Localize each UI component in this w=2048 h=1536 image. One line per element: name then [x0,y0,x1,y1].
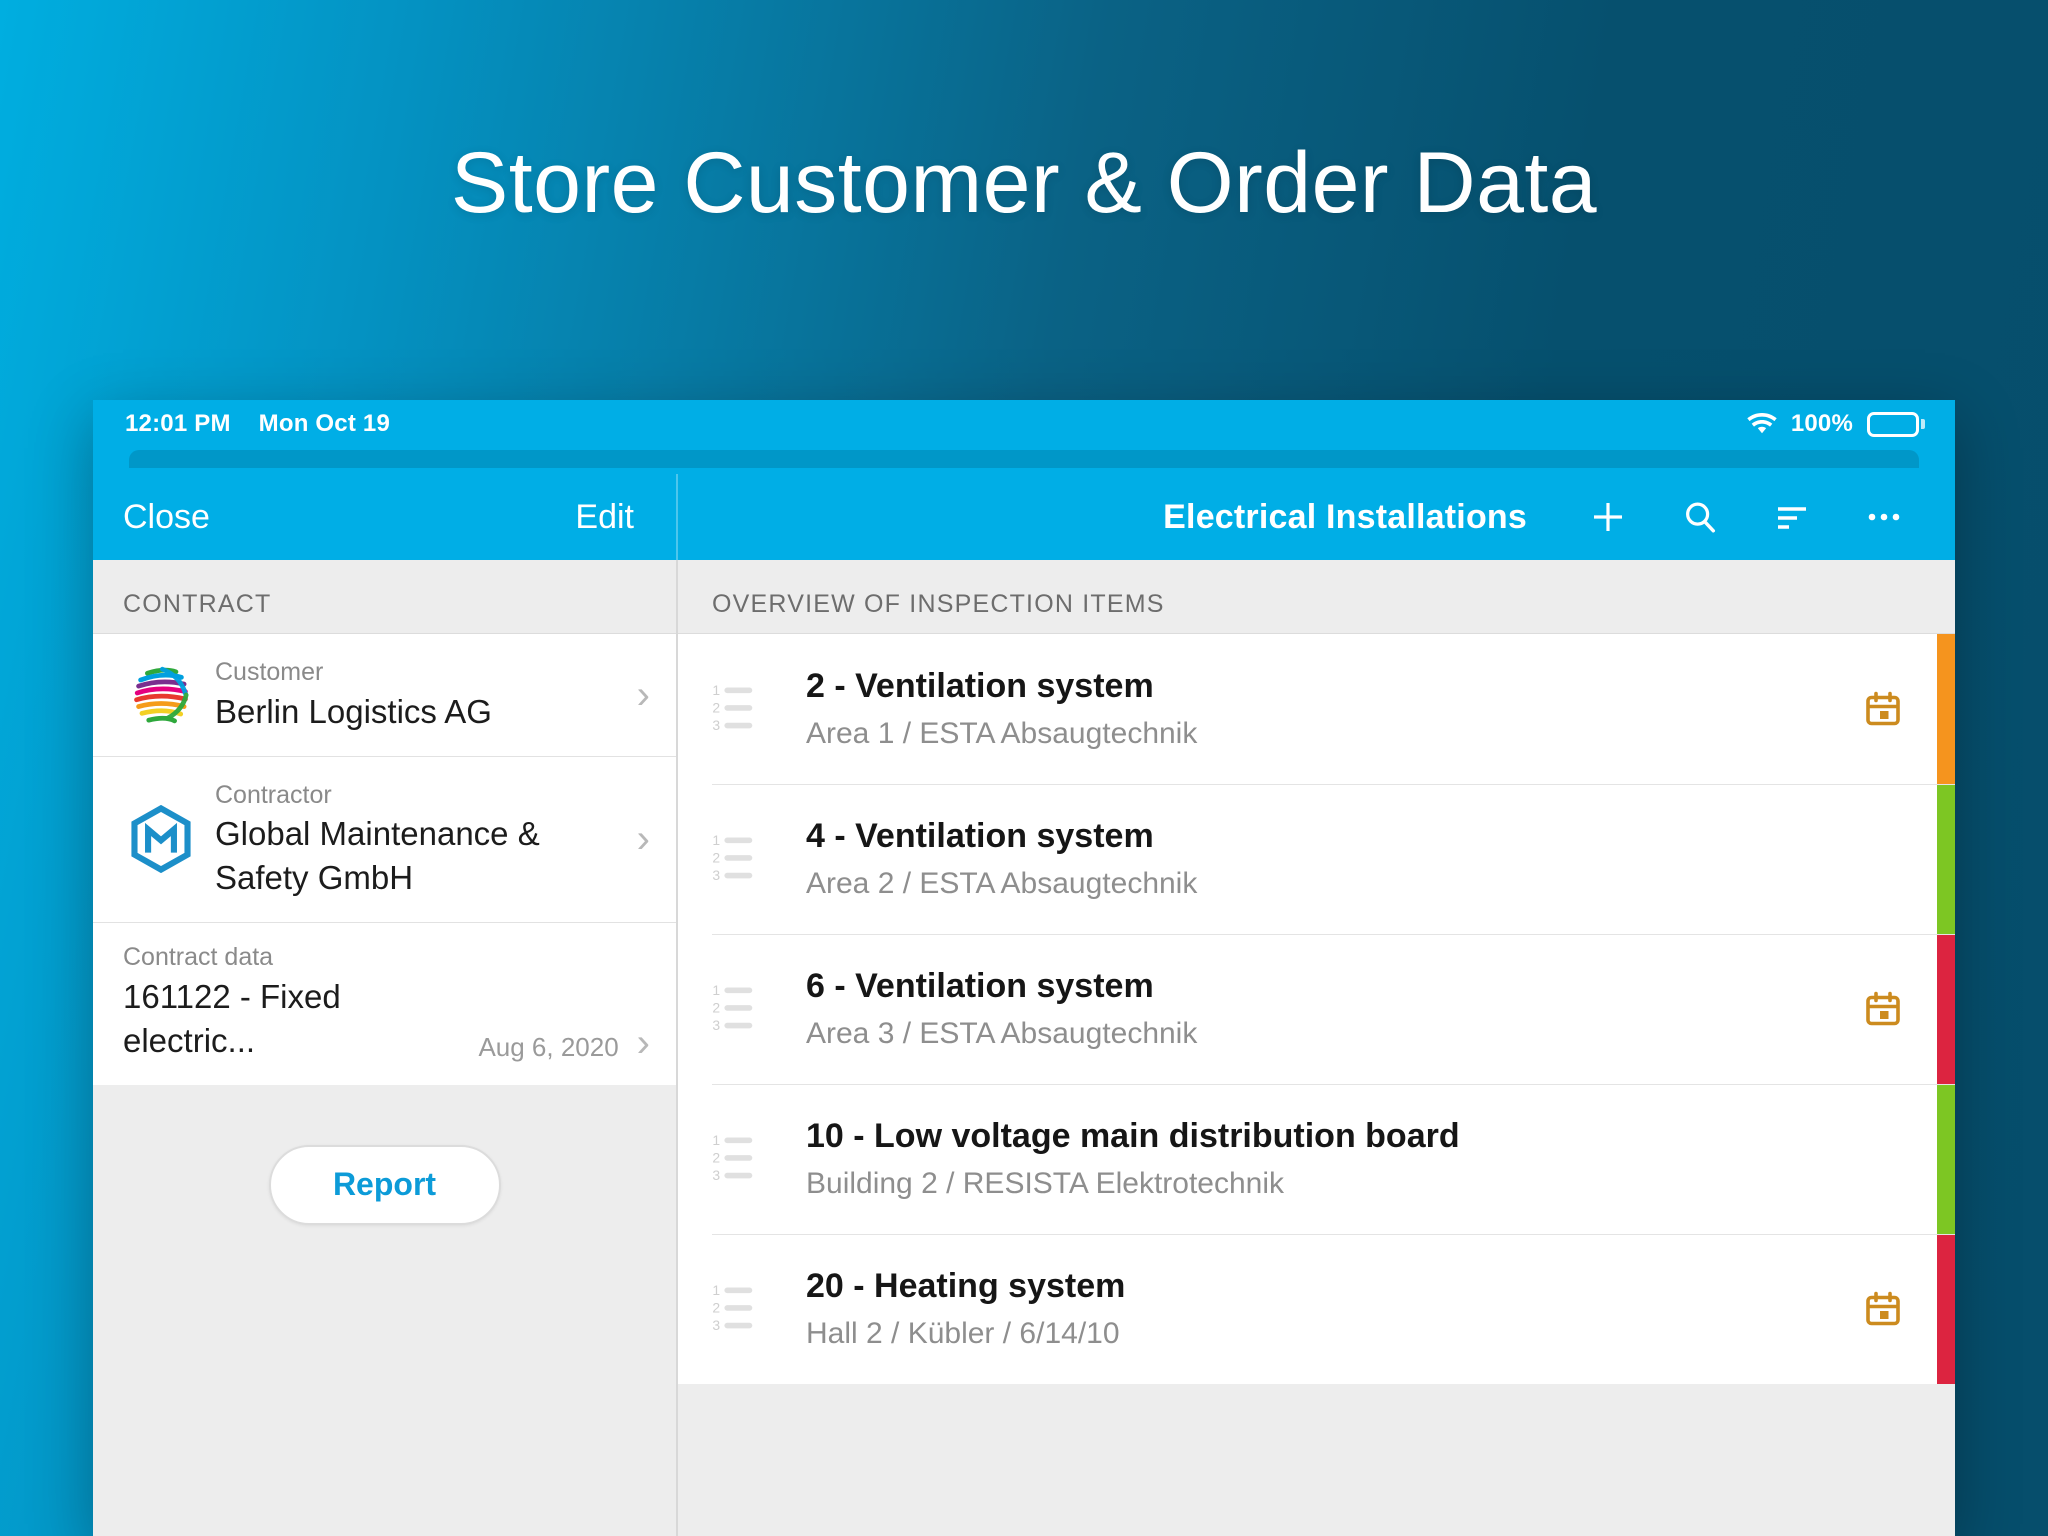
nav-right-pane: Electrical Installations [678,474,1955,560]
contract-sidebar: CONTRACT Customer Berlin Logistics AG › … [93,560,678,1536]
inspection-item-title: 10 - Low voltage main distribution board [806,1116,1460,1155]
sort-icon[interactable] [1771,496,1813,538]
svg-text:2: 2 [712,1149,720,1165]
window-drag-strip[interactable] [93,448,1955,474]
close-button[interactable]: Close [123,498,210,537]
contract-data-value: 161122 - Fixed electric... [123,977,341,1059]
contract-row-customer[interactable]: Customer Berlin Logistics AG › [93,634,676,756]
nav-actions [1587,496,1905,538]
status-color-bar [1937,784,1955,934]
inspection-item-subtitle: Area 1 / ESTA Absaugtechnik [806,716,1198,750]
calendar-icon[interactable] [1865,991,1901,1027]
numbered-list-icon: 1 2 3 [712,1131,778,1188]
rainbow-globe-logo [123,661,199,729]
status-bar-time: 12:01 PM [125,410,231,437]
customer-label: Customer [215,658,324,686]
svg-text:3: 3 [712,717,720,733]
inspection-item-text: 4 - Ventilation system Area 2 / ESTA Absa… [778,814,1865,905]
edit-button[interactable]: Edit [575,498,634,537]
inspection-items-pane: OVERVIEW OF INSPECTION ITEMS 1 2 3 2 - V… [678,560,1955,1536]
inspection-item-text: 6 - Ventilation system Area 3 / ESTA Absa… [778,964,1865,1055]
calendar-icon[interactable] [1865,1291,1901,1327]
more-options-icon[interactable] [1863,496,1905,538]
inspection-item-row[interactable]: 1 2 3 10 - Low voltage main distribution… [678,1084,1955,1234]
svg-text:3: 3 [712,1167,720,1183]
svg-text:2: 2 [712,1299,720,1315]
battery-percent-label: 100% [1790,410,1853,437]
svg-text:3: 3 [712,1017,720,1033]
numbered-list-icon: 1 2 3 [712,681,778,738]
inspection-item-text: 20 - Heating system Hall 2 / Kübler / 6/1… [778,1264,1865,1355]
contractor-value: Global Maintenance & Safety GmbH [215,815,540,897]
drag-handle[interactable] [129,450,1919,468]
report-button-area: Report [93,1084,676,1536]
contract-data-label: Contract data [123,943,274,972]
inspection-item-title: 4 - Ventilation system [806,816,1154,855]
chevron-right-icon[interactable]: › [637,675,650,715]
svg-text:1: 1 [712,1131,720,1147]
inspection-item-subtitle: Building 2 / RESISTA Elektrotechnik [806,1166,1285,1200]
status-color-bar [1937,634,1955,784]
svg-text:2: 2 [712,699,720,715]
contract-data-date: Aug 6, 2020 [478,1031,619,1062]
tablet-device-frame: 12:01 PM Mon Oct 19 100% Close Edit Elec… [93,400,1955,1536]
chevron-right-icon[interactable]: › [637,1023,650,1063]
svg-text:1: 1 [712,1281,720,1297]
inspection-item-row[interactable]: 1 2 3 4 - Ventilation system Area 2 / EST… [678,784,1955,934]
calendar-icon-placeholder [1865,841,1901,877]
inspection-section-header: OVERVIEW OF INSPECTION ITEMS [678,560,1955,633]
inspection-item-title: 6 - Ventilation system [806,966,1154,1005]
contractor-label: Contractor [215,780,332,809]
nav-title: Electrical Installations [1163,497,1527,536]
svg-text:1: 1 [712,981,720,997]
numbered-list-icon: 1 2 3 [712,1281,778,1338]
svg-text:2: 2 [712,849,720,865]
hexagon-m-logo [123,805,199,874]
inspection-item-subtitle: Area 2 / ESTA Absaugtechnik [806,866,1198,900]
status-color-bar [1937,1084,1955,1234]
svg-text:1: 1 [712,831,720,847]
customer-value: Berlin Logistics AG [215,692,492,730]
contract-row-contract-data[interactable]: Contract data 161122 - Fixed electric...… [93,922,676,1085]
status-bar-date: Mon Oct 19 [258,410,391,437]
inspection-item-text: 10 - Low voltage main distribution board… [778,1114,1865,1205]
svg-text:2: 2 [712,999,720,1015]
contract-card: Customer Berlin Logistics AG › Contracto… [93,633,676,1085]
nav-left-pane: Close Edit [93,474,678,560]
contract-section-header: CONTRACT [93,560,676,633]
numbered-list-icon: 1 2 3 [712,981,778,1038]
status-color-bar [1937,1234,1955,1384]
inspection-item-subtitle: Hall 2 / Kübler / 6/14/10 [806,1316,1120,1350]
calendar-icon-placeholder [1865,1141,1901,1177]
svg-text:3: 3 [712,1317,720,1333]
contract-row-contractor[interactable]: Contractor Global Maintenance & Safety G… [93,755,676,923]
inspection-item-row[interactable]: 1 2 3 2 - Ventilation system Area 1 / EST… [678,634,1955,784]
content-area: CONTRACT Customer Berlin Logistics AG › … [93,560,1955,1536]
svg-text:3: 3 [712,867,720,883]
inspection-item-text: 2 - Ventilation system Area 1 / ESTA Absa… [778,664,1865,755]
add-icon[interactable] [1587,496,1629,538]
device-status-bar: 12:01 PM Mon Oct 19 100% [93,400,1955,448]
search-icon[interactable] [1679,496,1721,538]
report-button[interactable]: Report [268,1144,501,1225]
inspection-item-subtitle: Area 3 / ESTA Absaugtechnik [806,1016,1198,1050]
status-color-bar [1937,934,1955,1084]
calendar-icon[interactable] [1865,691,1901,727]
page-title: Store Customer & Order Data [450,135,1598,231]
inspection-item-title: 2 - Ventilation system [806,666,1154,705]
numbered-list-icon: 1 2 3 [712,831,778,888]
app-nav-bar: Close Edit Electrical Installations [93,474,1955,560]
battery-full-icon [1867,411,1925,437]
svg-text:1: 1 [712,681,720,697]
list-empty-tail [678,1384,1955,1536]
inspection-item-row[interactable]: 1 2 3 20 - Heating system Hall 2 / Kübler… [678,1234,1955,1384]
inspection-item-list: 1 2 3 2 - Ventilation system Area 1 / EST… [678,633,1955,1384]
wifi-icon [1747,412,1777,436]
chevron-right-icon[interactable]: › [637,819,650,859]
inspection-item-row[interactable]: 1 2 3 6 - Ventilation system Area 3 / EST… [678,934,1955,1084]
inspection-item-title: 20 - Heating system [806,1266,1126,1305]
